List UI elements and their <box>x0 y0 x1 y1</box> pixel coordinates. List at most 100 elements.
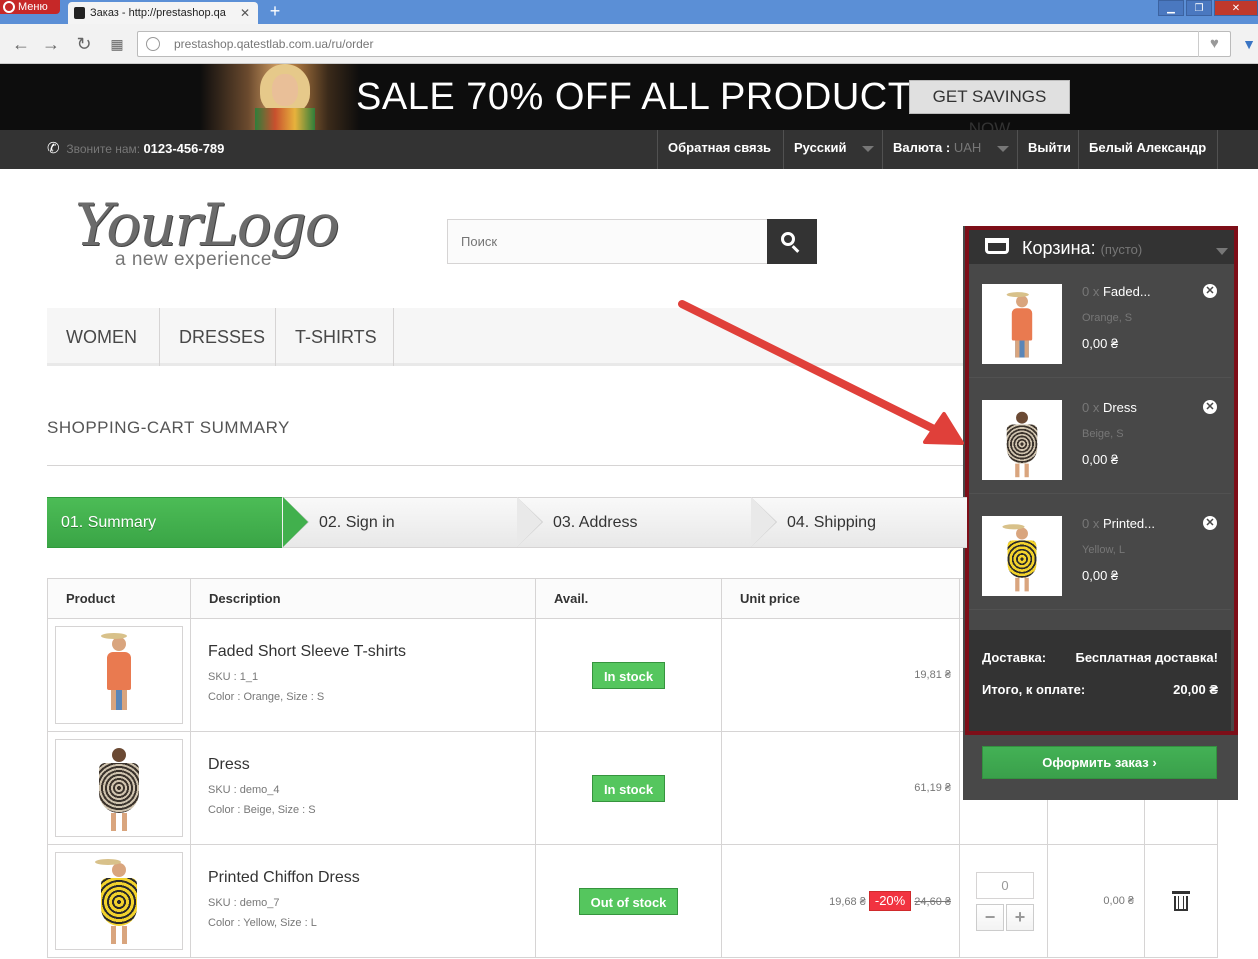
cart-item-image[interactable] <box>982 284 1062 364</box>
cart-item-qty: 0 x <box>1082 400 1100 415</box>
cart-item-name[interactable]: Printed... <box>1103 516 1155 531</box>
step-summary[interactable]: 01. Summary <box>47 497 309 548</box>
get-savings-button[interactable]: GET SAVINGS NOW <box>909 80 1070 138</box>
search-button[interactable] <box>767 219 817 264</box>
speed-dial-icon[interactable]: ▦ <box>106 33 128 55</box>
menu-item-t-shirts[interactable]: T-SHIRTS <box>276 308 394 366</box>
product-name-link[interactable]: Dress <box>208 756 535 774</box>
search-icon <box>781 232 795 246</box>
remove-item-icon[interactable]: ✕ <box>1203 516 1217 530</box>
currency-value: UAH <box>953 140 982 155</box>
site-info-icon[interactable] <box>146 37 160 51</box>
cart-item-attributes[interactable]: Beige, S <box>1082 428 1124 440</box>
cart-item-name[interactable]: Dress <box>1103 400 1137 415</box>
cart-dropdown: Корзина: (пусто) 0 x Faded... Orange, S … <box>963 226 1238 800</box>
language-label: Русский <box>794 140 847 155</box>
cart-item: 0 x Dress Beige, S 0,00 ₴ ✕ <box>967 380 1231 494</box>
header-unit-price: Unit price <box>721 578 960 619</box>
product-attributes[interactable]: Color : Orange, Size : S <box>208 687 535 707</box>
opera-menu-button[interactable]: Меню <box>0 0 60 14</box>
cart-item-name[interactable]: Faded... <box>1103 284 1151 299</box>
cart-item-image[interactable] <box>982 400 1062 480</box>
product-attributes[interactable]: Color : Yellow, Size : L <box>208 913 535 933</box>
logout-link[interactable]: Выйти <box>1017 130 1078 169</box>
search-input[interactable] <box>448 220 768 263</box>
chevron-down-icon <box>1216 248 1228 255</box>
header-product: Product <box>47 578 191 619</box>
promo-banner[interactable]: SALE 70% OFF ALL PRODUCTS GET SAVINGS NO… <box>0 64 1258 138</box>
remove-item-icon[interactable]: ✕ <box>1203 400 1217 414</box>
unit-price: 19,81 ₴ <box>914 669 951 681</box>
reload-icon[interactable]: ↻ <box>73 33 95 55</box>
qty-increase-button[interactable]: + <box>1006 903 1034 931</box>
qty-decrease-button[interactable]: − <box>976 903 1004 931</box>
unit-price: 19,68 ₴ <box>829 896 866 908</box>
contact-link[interactable]: Обратная связь <box>657 130 783 169</box>
cart-item-image[interactable] <box>982 516 1062 596</box>
header-description: Description <box>190 578 536 619</box>
favicon-icon <box>74 7 85 19</box>
phone-icon: ✆ <box>47 140 60 157</box>
quantity-input[interactable]: 0 <box>976 871 1034 899</box>
logout-label: Выйти <box>1028 140 1071 155</box>
header-availability: Avail. <box>535 578 722 619</box>
browser-toolbar: ← → ↻ ▦ prestashop.qatestlab.com.ua/ru/o… <box>0 24 1258 64</box>
checkout-steps: 01. Summary 02. Sign in 03. Address 04. … <box>47 497 967 548</box>
arrow-head <box>923 412 964 445</box>
step-sign-in[interactable]: 02. Sign in <box>282 497 543 548</box>
cart-item-price: 0,00 ₴ <box>1082 452 1119 467</box>
address-bar[interactable]: prestashop.qatestlab.com.ua/ru/order ♥ <box>137 31 1231 57</box>
top-nav-strip: ✆ Звоните нам: 0123-456-789 Обратная свя… <box>0 130 1258 169</box>
download-icon[interactable]: ▼ <box>1242 36 1256 52</box>
language-selector[interactable]: Русский <box>783 130 882 169</box>
cart-item-attributes[interactable]: Orange, S <box>1082 312 1132 324</box>
phone-label: Звоните нам: <box>66 142 141 156</box>
shipping-row: Доставка: Бесплатная доставка! <box>982 650 1218 665</box>
chevron-right-icon: › <box>1152 755 1157 770</box>
old-price: 24,60 ₴ <box>914 896 951 908</box>
browser-tab[interactable]: Заказ - http://prestashop.qa ✕ <box>68 2 258 24</box>
phone-info: ✆ Звоните нам: 0123-456-789 <box>47 139 224 159</box>
product-thumbnail[interactable] <box>55 739 183 837</box>
maximize-button[interactable]: ❐ <box>1186 0 1212 16</box>
opera-icon <box>3 1 15 13</box>
logo-tagline: a new experience <box>115 249 272 270</box>
tab-close-icon[interactable]: ✕ <box>240 2 250 24</box>
close-window-button[interactable]: ✕ <box>1214 0 1258 16</box>
tab-title: Заказ - http://prestashop.qa <box>90 7 226 19</box>
currency-selector[interactable]: Валюта : UAH <box>882 130 1017 169</box>
step-shipping[interactable]: 04. Shipping <box>750 497 967 548</box>
product-thumbnail[interactable] <box>55 626 183 724</box>
account-link[interactable]: Белый Александр <box>1078 130 1218 169</box>
checkout-label: Оформить заказ <box>1042 755 1149 770</box>
step-label: 01. Summary <box>61 514 157 531</box>
site-logo[interactable]: YourLogo a new experience <box>75 193 365 273</box>
product-name-link[interactable]: Printed Chiffon Dress <box>208 869 535 887</box>
total-value: 20,00 ₴ <box>1173 682 1218 697</box>
total-row: Итого, к оплате: 20,00 ₴ <box>982 682 1218 697</box>
cart-item-attributes[interactable]: Yellow, L <box>1082 544 1125 556</box>
checkout-button[interactable]: Оформить заказ › <box>982 746 1217 779</box>
forward-icon[interactable]: → <box>40 33 62 55</box>
menu-item-dresses[interactable]: DRESSES <box>160 308 276 366</box>
step-label: 04. Shipping <box>787 514 876 531</box>
phone-number: 0123-456-789 <box>143 141 225 156</box>
step-label: 03. Address <box>553 514 638 531</box>
chevron-down-icon <box>997 146 1009 152</box>
cart-header[interactable]: Корзина: (пусто) <box>967 226 1238 264</box>
remove-item-icon[interactable]: ✕ <box>1203 284 1217 298</box>
product-thumbnail[interactable] <box>55 852 183 950</box>
menu-item-women[interactable]: WOMEN <box>47 308 160 366</box>
product-sku: SKU : demo_4 <box>208 784 280 796</box>
step-address[interactable]: 03. Address <box>516 497 777 548</box>
product-sku: SKU : demo_7 <box>208 897 280 909</box>
cart-status: (пусто) <box>1100 242 1143 257</box>
bookmark-heart-icon[interactable]: ♥ <box>1198 31 1230 57</box>
cart-item-price: 0,00 ₴ <box>1082 568 1119 583</box>
back-icon[interactable]: ← <box>10 33 32 55</box>
product-attributes[interactable]: Color : Beige, Size : S <box>208 800 535 820</box>
new-tab-button[interactable]: + <box>264 0 286 22</box>
trash-icon[interactable] <box>1172 891 1190 911</box>
minimize-button[interactable]: ▁ <box>1158 0 1184 16</box>
product-name-link[interactable]: Faded Short Sleeve T-shirts <box>208 643 535 661</box>
